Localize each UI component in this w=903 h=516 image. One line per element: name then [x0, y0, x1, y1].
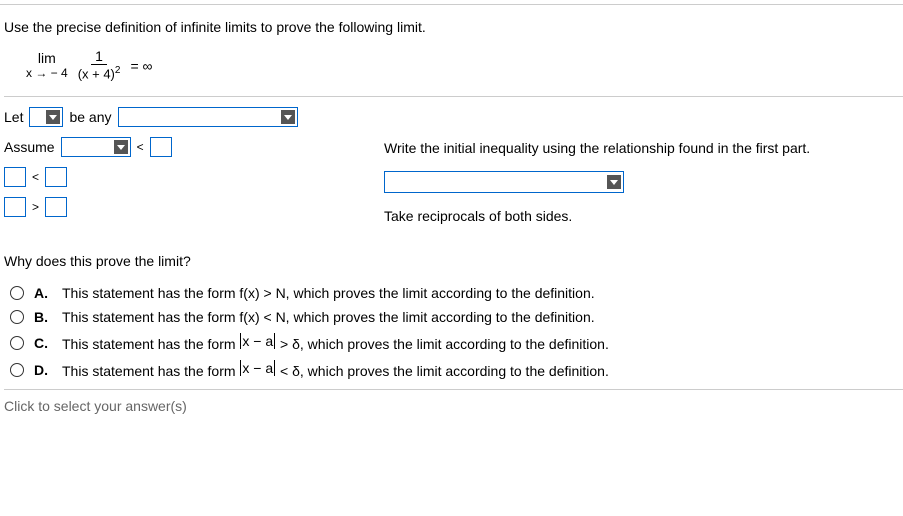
radio-d[interactable]	[10, 363, 24, 377]
radio-b[interactable]	[10, 310, 24, 324]
step-lhs-input-2[interactable]	[4, 197, 26, 217]
option-b[interactable]: B. This statement has the form f(x) < N,…	[4, 309, 903, 325]
radio-c[interactable]	[10, 336, 24, 350]
lim-word: lim	[38, 51, 56, 66]
option-d[interactable]: D. This statement has the form x − a < δ…	[4, 360, 903, 379]
be-any-label: be any	[69, 109, 111, 125]
problem-prompt: Use the precise definition of infinite l…	[4, 19, 903, 35]
assume-input[interactable]	[150, 137, 172, 157]
be-any-dropdown[interactable]	[118, 107, 298, 127]
option-d-text: This statement has the form x − a < δ, w…	[62, 360, 609, 379]
option-c[interactable]: C. This statement has the form x − a > δ…	[4, 333, 903, 352]
option-c-text: This statement has the form x − a > δ, w…	[62, 333, 609, 352]
option-b-text: This statement has the form f(x) < N, wh…	[62, 309, 595, 325]
let-var-dropdown[interactable]	[29, 107, 63, 127]
radio-a[interactable]	[10, 286, 24, 300]
limit-expression: lim x → − 4 1 (x + 4)2 = ∞	[26, 49, 903, 82]
step-rhs-input-2[interactable]	[45, 197, 67, 217]
reciprocal-dropdown[interactable]	[384, 171, 624, 193]
let-label: Let	[4, 109, 23, 125]
click-to-select-hint: Click to select your answer(s)	[4, 389, 903, 414]
option-a-label: A.	[34, 285, 52, 301]
fraction-denominator: (x + 4)2	[74, 65, 125, 82]
option-d-label: D.	[34, 362, 52, 378]
assume-dropdown[interactable]	[61, 137, 131, 157]
greater-than-symbol: >	[32, 200, 39, 214]
less-than-symbol: <	[32, 170, 39, 184]
step-rhs-input-1[interactable]	[45, 167, 67, 187]
option-c-label: C.	[34, 335, 52, 351]
why-question: Why does this prove the limit?	[4, 253, 903, 269]
chevron-down-icon	[607, 175, 621, 189]
step-lhs-input-1[interactable]	[4, 167, 26, 187]
fraction-numerator: 1	[91, 49, 107, 65]
step2-text: Take reciprocals of both sides.	[384, 208, 572, 224]
equals-infinity: = ∞	[130, 58, 152, 74]
option-b-label: B.	[34, 309, 52, 325]
less-than-symbol: <	[137, 140, 144, 154]
chevron-down-icon	[46, 110, 60, 124]
step1-text: Write the initial inequality using the r…	[384, 140, 810, 156]
assume-label: Assume	[4, 139, 55, 155]
chevron-down-icon	[281, 110, 295, 124]
option-a-text: This statement has the form f(x) > N, wh…	[62, 285, 595, 301]
option-a[interactable]: A. This statement has the form f(x) > N,…	[4, 285, 903, 301]
lim-approach: x → − 4	[26, 67, 68, 80]
chevron-down-icon	[114, 140, 128, 154]
